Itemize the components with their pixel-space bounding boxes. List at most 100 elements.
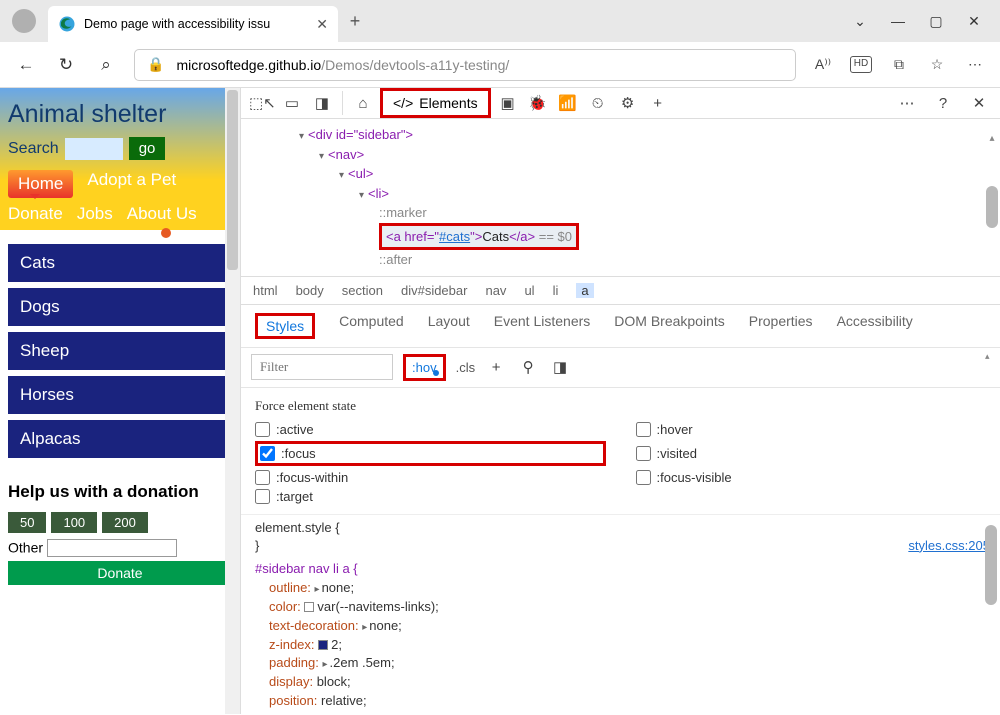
elements-tab[interactable]: </> Elements	[380, 88, 491, 118]
dom-scrollbar[interactable]: ▴	[986, 131, 998, 228]
crumb-item[interactable]: a	[576, 283, 593, 298]
refresh-button[interactable]: ↻	[54, 55, 78, 75]
search-input[interactable]	[65, 138, 123, 160]
selected-dom-node[interactable]: <a href="#cats">Cats</a> == $0	[379, 223, 579, 251]
nav-home[interactable]: Home	[8, 170, 73, 198]
state-focus-visible[interactable]: :focus-visible	[636, 470, 987, 485]
profile-avatar[interactable]	[12, 9, 36, 33]
browser-tab[interactable]: Demo page with accessibility issu ✕	[48, 6, 338, 42]
crumb-item[interactable]: html	[253, 283, 278, 298]
close-devtools-icon[interactable]: ✕	[966, 94, 992, 112]
help-icon[interactable]: ?	[930, 95, 956, 112]
tab-title: Demo page with accessibility issu	[84, 17, 308, 31]
state-focus-within[interactable]: :focus-within	[255, 470, 606, 485]
tab-properties[interactable]: Properties	[749, 313, 813, 339]
crumb-item[interactable]: li	[553, 283, 559, 298]
close-tab-icon[interactable]: ✕	[316, 16, 328, 33]
state-target[interactable]: :target	[255, 489, 606, 504]
chevron-down-icon[interactable]: ⌄	[852, 13, 868, 30]
nav-donate[interactable]: Donate	[8, 204, 63, 224]
state-visited[interactable]: :visited	[636, 441, 987, 466]
collections-icon[interactable]: ⧉	[888, 56, 910, 73]
more-icon[interactable]: ⋯	[964, 56, 986, 73]
browser-titlebar: Demo page with accessibility issu ✕ + ⌄ …	[0, 0, 1000, 42]
cls-toggle[interactable]: .cls	[456, 360, 476, 375]
pin-icon[interactable]: ⚲	[517, 358, 539, 376]
more-tools-icon[interactable]: ⋯	[894, 94, 920, 112]
sidebar-item[interactable]: Horses	[8, 376, 232, 414]
nav-jobs[interactable]: Jobs	[77, 204, 113, 224]
dom-pseudo[interactable]: ::marker	[379, 205, 427, 220]
tab-computed[interactable]: Computed	[339, 313, 404, 339]
tab-dom-breakpoints[interactable]: DOM Breakpoints	[614, 313, 724, 339]
sidebar-item[interactable]: Alpacas	[8, 420, 232, 458]
sidebar-item[interactable]: Cats	[8, 244, 232, 282]
crumb-item[interactable]: ul	[524, 283, 534, 298]
dom-node[interactable]: <div id="sidebar">	[308, 127, 413, 142]
dom-node[interactable]: <nav>	[328, 147, 364, 162]
crumb-item[interactable]: div#sidebar	[401, 283, 468, 298]
search-label: Search	[8, 140, 59, 158]
network-icon[interactable]: 📶	[555, 94, 581, 112]
tab-layout[interactable]: Layout	[428, 313, 470, 339]
search-icon[interactable]: ⌕	[94, 55, 118, 75]
read-aloud-icon[interactable]: A⁾⁾	[812, 56, 834, 73]
state-hover[interactable]: :hover	[636, 422, 987, 437]
memory-icon[interactable]: ⚙	[615, 94, 641, 112]
add-tab-icon[interactable]: +	[645, 95, 671, 112]
inspect-icon[interactable]: ⬚↖	[249, 94, 275, 112]
tab-event-listeners[interactable]: Event Listeners	[494, 313, 591, 339]
dom-pseudo[interactable]: ::after	[379, 252, 412, 267]
rule-selector: #sidebar nav li a {	[255, 561, 358, 576]
crumb-item[interactable]: nav	[485, 283, 506, 298]
sidebar-item[interactable]: Dogs	[8, 288, 232, 326]
dom-tree[interactable]: <div id="sidebar"> <nav> <ul> <li> ::mar…	[241, 119, 1000, 276]
styles-filter-input[interactable]	[251, 354, 393, 380]
css-rules[interactable]: element.style { } #sidebar nav li a { st…	[241, 514, 1000, 715]
devtools-panel: ⬚↖ ▭ ◨ ⌂ </> Elements ▣ 🐞 📶 ⏲ ⚙ + ⋯ ? ✕ …	[240, 88, 1000, 714]
crumb-item[interactable]: body	[296, 283, 324, 298]
new-style-icon[interactable]: +	[485, 359, 507, 376]
dock-icon[interactable]: ◨	[309, 94, 335, 112]
close-window-icon[interactable]: ✕	[966, 13, 982, 30]
go-button[interactable]: go	[129, 137, 166, 160]
url-input[interactable]: 🔒 microsoftedge.github.io/Demos/devtools…	[134, 49, 796, 81]
tab-accessibility[interactable]: Accessibility	[837, 313, 913, 339]
back-button[interactable]: ←	[14, 55, 38, 75]
other-amount-input[interactable]	[47, 539, 177, 557]
performance-icon[interactable]: ⏲	[585, 95, 611, 112]
crumb-item[interactable]: section	[342, 283, 383, 298]
donate-button[interactable]: Donate	[8, 561, 232, 585]
sidebar-item[interactable]: Sheep	[8, 332, 232, 370]
state-active[interactable]: :active	[255, 422, 606, 437]
source-link[interactable]: styles.css:205	[908, 537, 990, 556]
donation-amount[interactable]: 50	[8, 512, 46, 533]
devtools-toolbar: ⬚↖ ▭ ◨ ⌂ </> Elements ▣ 🐞 📶 ⏲ ⚙ + ⋯ ? ✕	[241, 88, 1000, 119]
styles-scrollbar[interactable]: ▴	[985, 351, 997, 361]
donation-heading: Help us with a donation	[8, 482, 232, 502]
new-tab-button[interactable]: +	[338, 11, 372, 32]
breakpoint-dot[interactable]	[161, 228, 171, 238]
dom-node[interactable]: <ul>	[348, 166, 373, 181]
welcome-icon[interactable]: ⌂	[350, 95, 376, 112]
maximize-icon[interactable]: ▢	[928, 13, 944, 30]
favorite-icon[interactable]: ☆	[926, 56, 948, 73]
page-scrollbar[interactable]	[225, 88, 240, 714]
rules-scrollbar[interactable]	[985, 525, 997, 605]
donation-amount[interactable]: 100	[51, 512, 97, 533]
tab-styles[interactable]: Styles	[255, 313, 315, 339]
console-icon[interactable]: ▣	[495, 94, 521, 112]
hov-toggle[interactable]: :hov	[403, 354, 446, 381]
layout-icon[interactable]: ◨	[549, 358, 571, 376]
url-host: microsoftedge.github.io	[176, 57, 321, 73]
nav-about[interactable]: About Us	[127, 204, 197, 224]
state-focus[interactable]: :focus	[255, 441, 606, 466]
nav-adopt[interactable]: Adopt a Pet	[87, 170, 176, 198]
hd-icon[interactable]: HD	[850, 56, 872, 73]
dom-node[interactable]: <li>	[368, 186, 389, 201]
bug-icon[interactable]: 🐞	[525, 94, 551, 112]
force-state-title: Force element state	[255, 398, 986, 414]
minimize-icon[interactable]: —	[890, 13, 906, 30]
device-icon[interactable]: ▭	[279, 94, 305, 112]
donation-amount[interactable]: 200	[102, 512, 148, 533]
